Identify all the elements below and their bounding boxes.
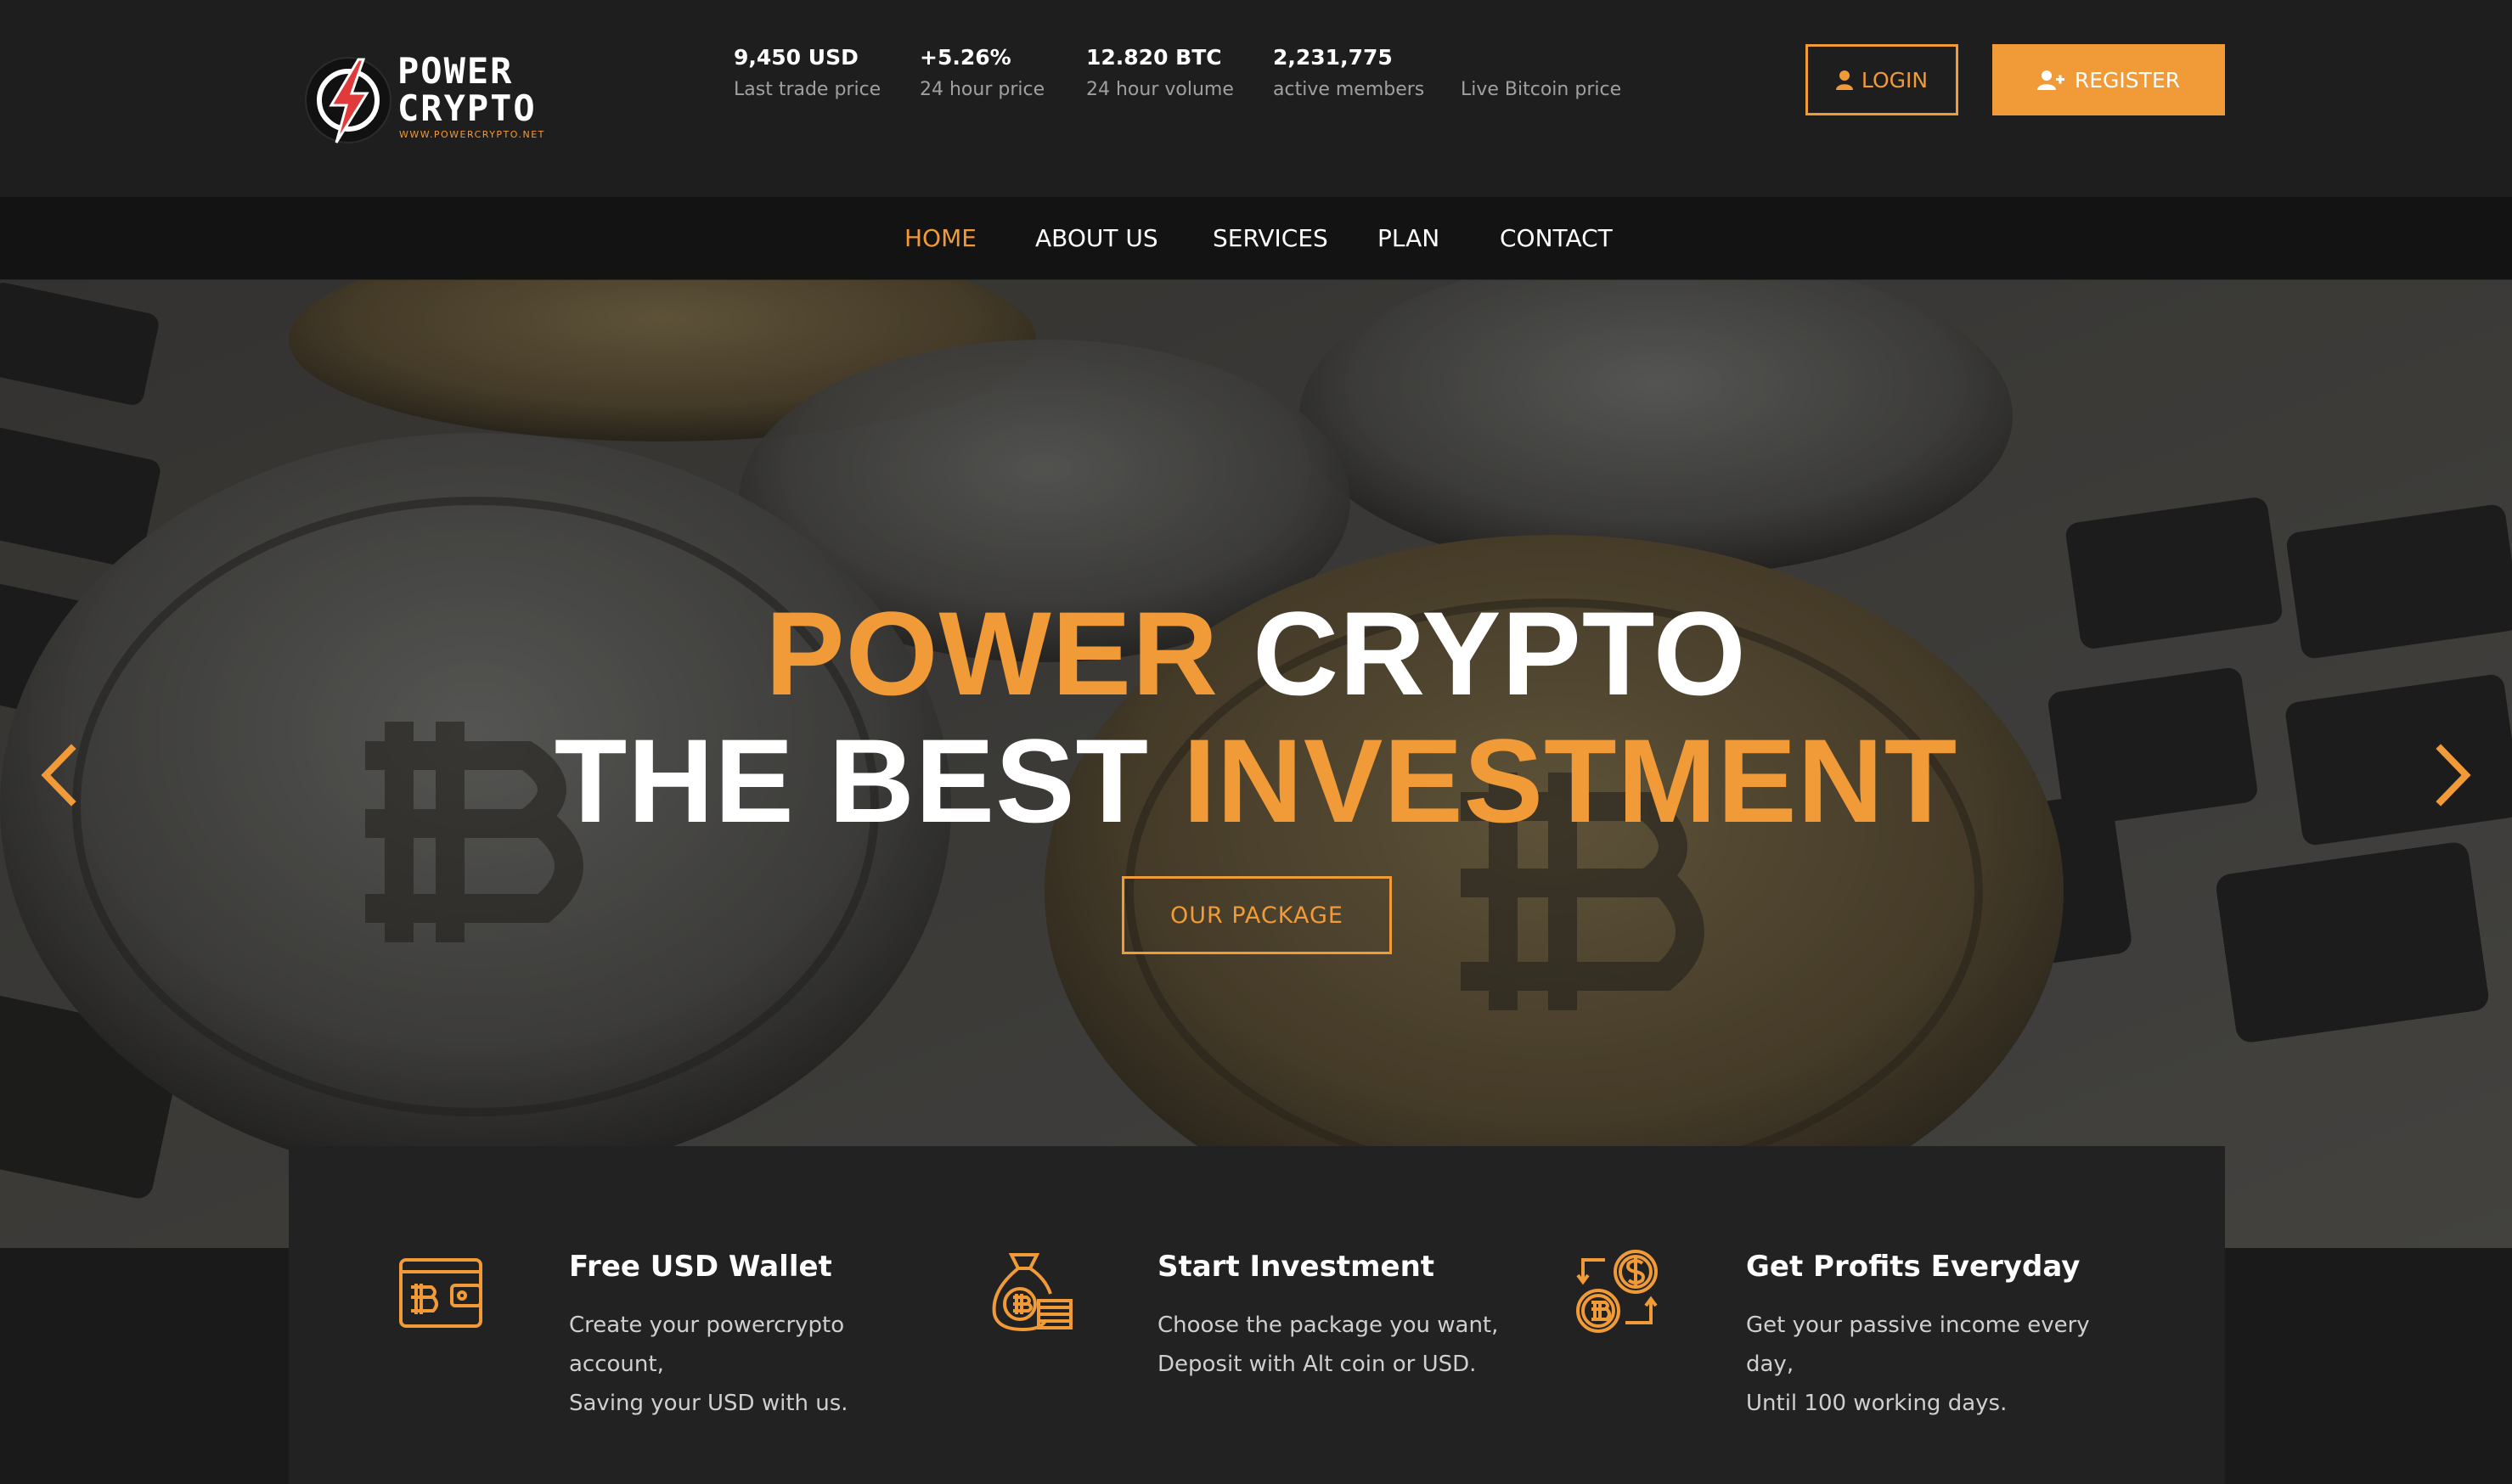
brand-url: WWW.POWERCRYPTO.NET [399, 129, 545, 140]
lightning-logo-icon [305, 57, 391, 143]
register-button[interactable]: REGISTER [1992, 44, 2225, 115]
feature-description: Get your passive income every day, Until… [1746, 1313, 2090, 1416]
user-plus-icon [2036, 70, 2064, 90]
our-package-button[interactable]: OUR PACKAGE [1122, 876, 1392, 954]
bitcoin-dollar-exchange-icon [1576, 1250, 1658, 1333]
stat-active-members: 2,231,775 active members [1273, 45, 1425, 100]
brand-name: POWER CRYPTO [397, 50, 537, 129]
main-nav: HOME ABOUT US SERVICES PLAN CONTACT [0, 197, 2512, 280]
bitcoin-wallet-icon [399, 1258, 482, 1328]
feature-free-usd-wallet: Free USD Wallet Create your powercrypto … [289, 1146, 849, 1484]
stat-24h-volume: 12.820 BTC 24 hour volume [1086, 45, 1234, 100]
bitcoin-money-bag-icon [992, 1253, 1073, 1332]
chevron-left-icon[interactable] [34, 737, 85, 813]
stat-24h-price: +5.26% 24 hour price [920, 45, 1045, 100]
feature-title: Free USD Wallet [569, 1250, 832, 1284]
hero-slider: POWER CRYPTO THE BEST INVESTMENT OUR PAC… [0, 280, 2512, 1248]
feature-title: Start Investment [1157, 1250, 1435, 1284]
hero-headline-line2: THE BEST INVESTMENT [554, 714, 1958, 847]
hero-headline-line1: POWER CRYPTO [765, 587, 1747, 720]
nav-about-us[interactable]: ABOUT US [1035, 197, 1158, 280]
stat-last-trade: 9,450 USD Last trade price [734, 45, 881, 100]
nav-contact[interactable]: CONTACT [1500, 197, 1613, 280]
top-bar: POWER CRYPTO WWW.POWERCRYPTO.NET 9,450 U… [0, 0, 2512, 197]
nav-home[interactable]: HOME [904, 197, 977, 280]
feature-get-profits: Get Profits Everyday Get your passive in… [1466, 1146, 2090, 1484]
features-panel: Free USD Wallet Create your powercrypto … [289, 1146, 2225, 1484]
feature-start-investment: Start Investment Choose the package you … [877, 1146, 1498, 1484]
stat-live-bitcoin: Live Bitcoin price [1461, 79, 1622, 100]
feature-title: Get Profits Everyday [1746, 1250, 2081, 1284]
nav-services[interactable]: SERVICES [1213, 197, 1328, 280]
logo[interactable]: POWER CRYPTO WWW.POWERCRYPTO.NET [302, 44, 557, 155]
chevron-right-icon[interactable] [2427, 737, 2478, 813]
nav-plan[interactable]: PLAN [1377, 197, 1439, 280]
user-icon [1835, 70, 1853, 90]
login-button[interactable]: LOGIN [1805, 44, 1958, 115]
